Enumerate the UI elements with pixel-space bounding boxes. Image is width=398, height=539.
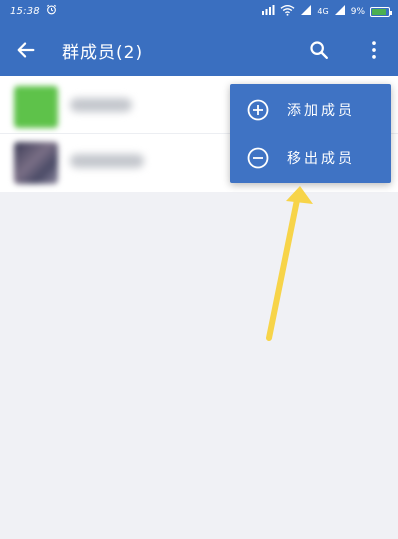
avatar	[14, 86, 58, 128]
app-bar: 群成员(2)	[0, 24, 398, 76]
avatar	[14, 142, 58, 184]
screen: 15:38 4G 9% 群成员(2) 添加成员 移出成员	[0, 0, 398, 539]
wifi-icon	[280, 4, 295, 19]
battery-level	[372, 8, 387, 15]
overflow-menu: 添加成员 移出成员	[230, 84, 391, 183]
alarm-icon	[46, 4, 57, 18]
status-left: 15:38	[10, 4, 57, 18]
search-button[interactable]	[305, 36, 333, 64]
cellular-signal-icon	[300, 4, 312, 19]
menu-item-label: 添加成员	[287, 103, 355, 119]
plus-circle-icon	[247, 99, 269, 121]
search-icon	[310, 41, 328, 59]
more-options-button[interactable]	[360, 36, 388, 64]
menu-item-remove-member[interactable]: 移出成员	[230, 134, 391, 182]
status-right: 4G 9%	[261, 4, 392, 19]
back-button[interactable]	[12, 36, 40, 64]
network-type-label: 4G	[317, 7, 329, 16]
status-time: 15:38	[10, 5, 40, 17]
arrow-left-icon	[17, 42, 35, 58]
menu-item-label: 移出成员	[287, 151, 355, 167]
more-vertical-icon	[372, 41, 376, 59]
member-name-blurred	[70, 154, 144, 168]
minus-circle-icon	[247, 147, 269, 169]
member-name-blurred	[70, 98, 132, 112]
battery-percent: 9%	[350, 6, 365, 17]
menu-item-add-member[interactable]: 添加成员	[230, 86, 391, 134]
cellular-signal-icon-2	[334, 4, 346, 19]
page-title: 群成员(2)	[62, 43, 144, 63]
status-bar: 15:38 4G 9%	[0, 0, 398, 24]
hd-signal-icon	[261, 4, 275, 19]
battery-icon	[370, 6, 392, 17]
